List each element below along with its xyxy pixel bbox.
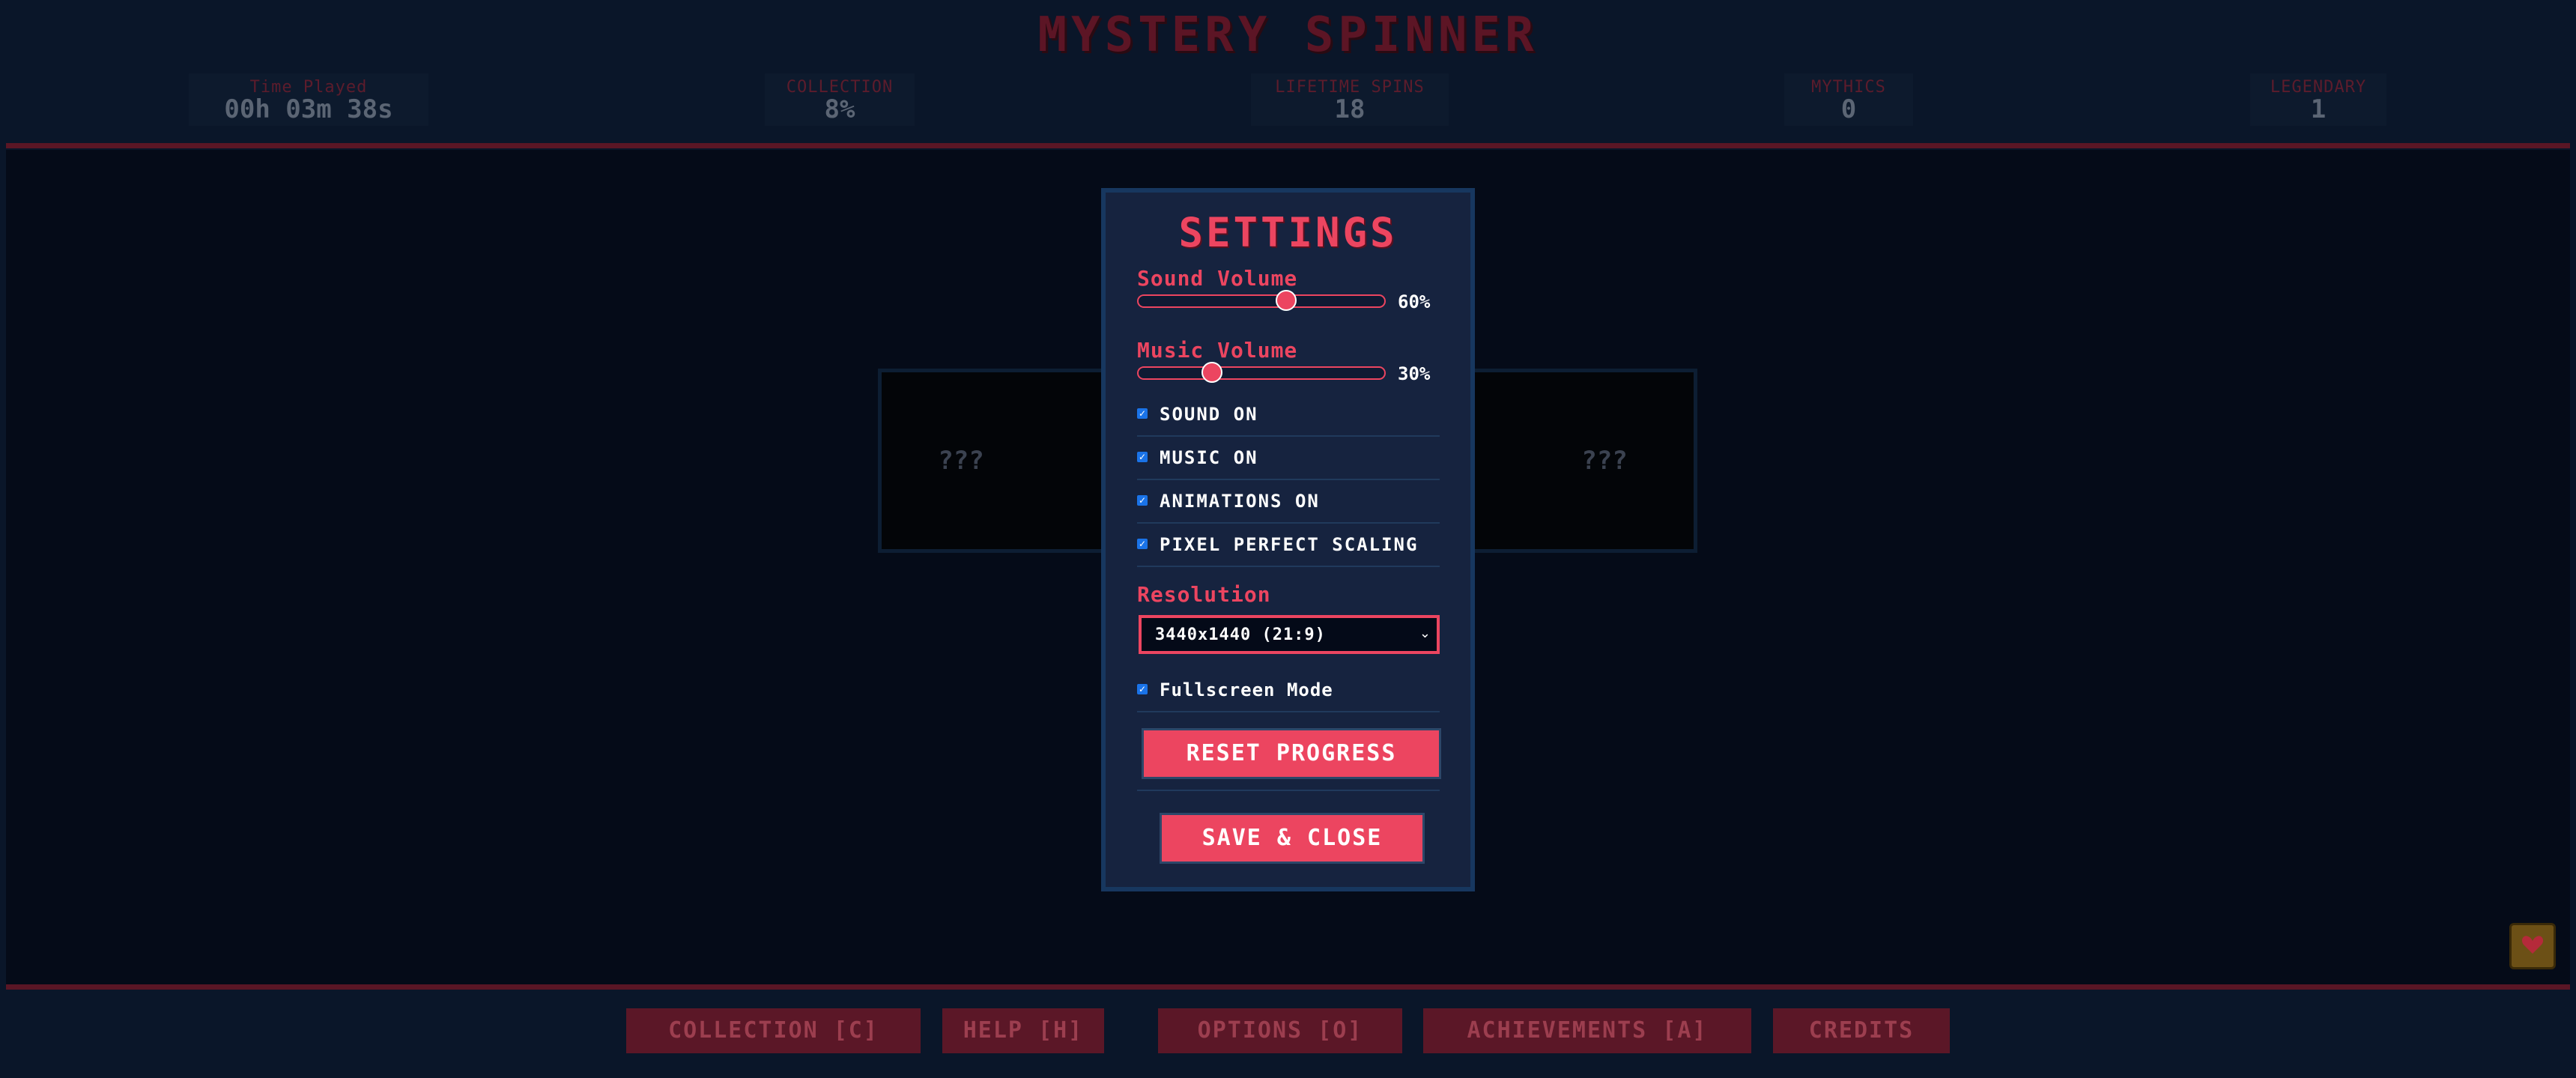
settings-modal: SETTINGS Sound Volume 60% Music Volume 3… — [1101, 188, 1475, 891]
option-label: MUSIC ON — [1160, 447, 1258, 468]
sound-volume-thumb[interactable] — [1275, 290, 1297, 311]
stat-collection: COLLECTION 8% — [765, 73, 915, 126]
music-volume-value: 30% — [1398, 363, 1431, 384]
game-title: MYSTERY SPINNER — [1037, 7, 1539, 63]
header-divider — [6, 143, 2570, 148]
reel-slot: ??? — [1515, 372, 1694, 549]
checkbox-sound-on[interactable]: ✓ — [1137, 408, 1148, 419]
heart-icon — [2521, 934, 2544, 958]
divider — [1137, 790, 1440, 791]
stat-value: 18 — [1334, 94, 1366, 124]
checkbox-pixel-perfect[interactable]: ✓ — [1137, 539, 1148, 549]
stat-mythics: MYTHICS 0 — [1784, 73, 1913, 126]
footer-divider — [6, 984, 2570, 990]
sound-on-toggle[interactable]: ✓ SOUND ON — [1137, 393, 1440, 437]
nav-credits-button[interactable]: CREDITS — [1773, 1008, 1950, 1053]
sound-volume-label: Sound Volume — [1137, 266, 1298, 291]
animations-on-toggle[interactable]: ✓ ANIMATIONS ON — [1137, 480, 1440, 524]
stat-value: 1 — [2310, 94, 2327, 124]
game-screen: MYSTERY SPINNER Time Played 00h 03m 38s … — [0, 0, 2576, 1078]
checkbox-animations-on[interactable]: ✓ — [1137, 495, 1148, 506]
nav-collection-button[interactable]: COLLECTION [C] — [626, 1008, 921, 1053]
settings-title: SETTINGS — [1178, 209, 1398, 256]
option-label: SOUND ON — [1160, 404, 1258, 425]
reel-slot: ??? — [882, 372, 1042, 549]
stat-lifetime-spins: LIFETIME SPINS 18 — [1251, 73, 1449, 126]
sound-volume-slider[interactable] — [1137, 290, 1386, 311]
nav-options-button[interactable]: OPTIONS [O] — [1158, 1008, 1402, 1053]
music-on-toggle[interactable]: ✓ MUSIC ON — [1137, 437, 1440, 480]
resolution-label: Resolution — [1137, 582, 1271, 607]
corner-button[interactable] — [2509, 923, 2556, 969]
music-volume-thumb[interactable] — [1201, 362, 1223, 383]
fullscreen-toggle[interactable]: ✓ Fullscreen Mode — [1137, 669, 1440, 712]
resolution-value: 3440x1440 (21:9) — [1155, 626, 1326, 644]
checkbox-music-on[interactable]: ✓ — [1137, 452, 1148, 462]
pixel-perfect-toggle[interactable]: ✓ PIXEL PERFECT SCALING — [1137, 524, 1440, 567]
stat-value: 00h 03m 38s — [224, 94, 393, 124]
option-label: Fullscreen Mode — [1160, 679, 1333, 700]
checkbox-fullscreen[interactable]: ✓ — [1137, 684, 1148, 694]
save-close-button[interactable]: SAVE & CLOSE — [1160, 813, 1425, 864]
nav-help-button[interactable]: HELP [H] — [942, 1008, 1104, 1053]
sound-volume-value: 60% — [1398, 291, 1431, 312]
stat-value: 0 — [1840, 94, 1857, 124]
music-volume-label: Music Volume — [1137, 338, 1298, 363]
stat-legendary: LEGENDARY 1 — [2250, 73, 2386, 126]
resolution-select[interactable]: 3440x1440 (21:9) ⌄ — [1139, 615, 1440, 654]
reset-progress-button[interactable]: RESET PROGRESS — [1142, 728, 1441, 779]
option-label: PIXEL PERFECT SCALING — [1160, 534, 1419, 555]
option-label: ANIMATIONS ON — [1160, 491, 1320, 512]
stat-value: 8% — [824, 94, 855, 124]
music-volume-slider[interactable] — [1137, 362, 1386, 383]
stat-time-played: Time Played 00h 03m 38s — [189, 73, 428, 126]
chevron-down-icon: ⌄ — [1419, 626, 1431, 641]
nav-achievements-button[interactable]: ACHIEVEMENTS [A] — [1423, 1008, 1751, 1053]
